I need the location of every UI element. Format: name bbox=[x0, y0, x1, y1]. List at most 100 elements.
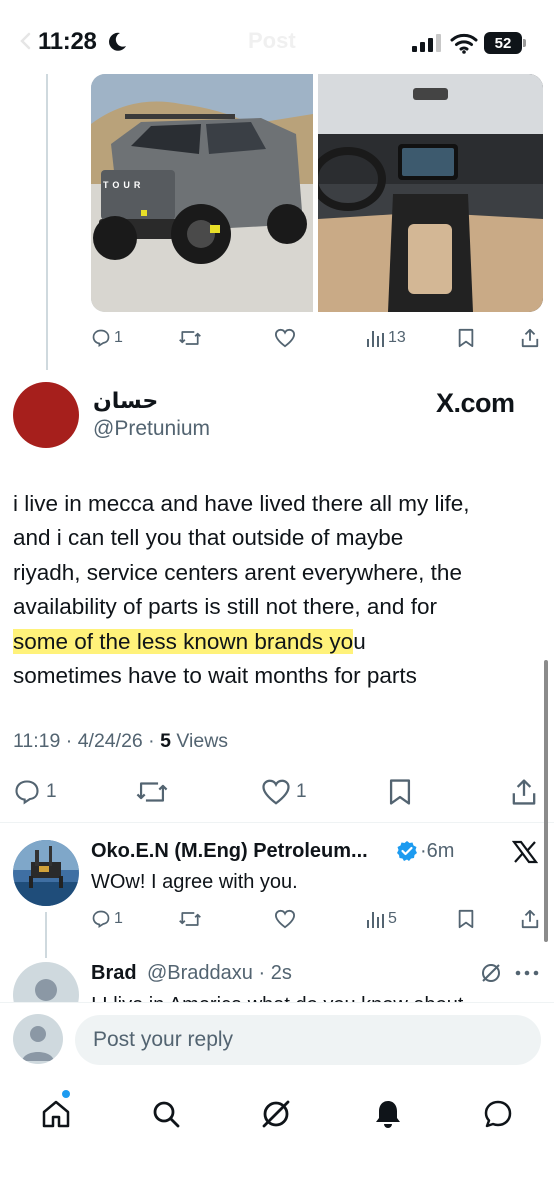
grok-icon[interactable] bbox=[480, 962, 502, 984]
main-reply-button[interactable]: 1 bbox=[13, 778, 57, 806]
bookmark-button[interactable] bbox=[457, 328, 475, 348]
reply-bubble-icon bbox=[92, 910, 110, 929]
tweet-body-line: sometimes have to wait months for parts bbox=[13, 663, 417, 689]
reply-repost-button[interactable] bbox=[178, 909, 202, 929]
tweet-body-line: availability of parts is still not there… bbox=[13, 594, 437, 620]
heart-icon bbox=[274, 909, 296, 929]
cellular-signal-icon bbox=[412, 34, 441, 52]
media-photo-interior[interactable] bbox=[318, 74, 543, 312]
nav-messages[interactable] bbox=[478, 1094, 518, 1134]
share-icon bbox=[521, 328, 539, 348]
main-share-button[interactable] bbox=[510, 778, 538, 806]
xcom-watermark: X.com bbox=[436, 388, 515, 418]
analytics-bars-icon bbox=[367, 912, 384, 928]
suv-interior-photo-icon bbox=[318, 74, 543, 312]
bookmark-icon bbox=[458, 328, 474, 348]
after-highlight: u bbox=[353, 628, 366, 654]
repost-button[interactable] bbox=[178, 328, 202, 348]
share-icon bbox=[521, 909, 539, 929]
nav-grok[interactable] bbox=[256, 1094, 296, 1134]
heart-icon bbox=[262, 779, 290, 805]
verified-badge-icon bbox=[397, 841, 417, 861]
reply-reply-button[interactable]: 1 bbox=[91, 909, 123, 929]
wifi-icon bbox=[450, 33, 478, 54]
reply-share-button[interactable] bbox=[520, 909, 540, 929]
nav-notifications[interactable] bbox=[368, 1094, 408, 1134]
tweet-body-line: and i can tell you that outside of maybe bbox=[13, 525, 404, 551]
scrollbar[interactable] bbox=[544, 660, 548, 942]
reply-time: ·6m bbox=[420, 840, 455, 862]
main-like-count: 1 bbox=[296, 781, 307, 802]
more-options-icon[interactable] bbox=[515, 970, 539, 976]
tweet-meta: 11:19 · 4/24/26 · 5 Views bbox=[13, 730, 229, 752]
analytics-bars-icon bbox=[367, 331, 384, 347]
tweet-views-label: Views bbox=[170, 730, 229, 752]
bookmark-icon bbox=[389, 779, 411, 805]
reply-avatar[interactable] bbox=[13, 840, 79, 906]
media-photo-exterior[interactable]: TOUR bbox=[91, 74, 313, 312]
bookmark-icon bbox=[458, 909, 474, 929]
reply-views-button[interactable]: 5 bbox=[366, 909, 397, 929]
repost-icon bbox=[136, 782, 168, 802]
reply-count: 1 bbox=[114, 329, 123, 346]
battery-tip bbox=[523, 39, 526, 47]
tweet-body: i live in mecca and have lived there all… bbox=[13, 487, 543, 693]
bell-icon bbox=[376, 1101, 400, 1128]
reply-input[interactable] bbox=[75, 1015, 541, 1065]
tweet-date: 4/24/26 bbox=[77, 730, 143, 752]
reply-button[interactable]: 1 bbox=[91, 328, 123, 348]
like-button[interactable] bbox=[274, 328, 296, 348]
home-icon bbox=[42, 1100, 70, 1128]
search-icon bbox=[153, 1101, 180, 1128]
reply-like-button[interactable] bbox=[274, 909, 296, 929]
nav-home[interactable] bbox=[36, 1094, 76, 1134]
status-bar: 11:28 Post 52 bbox=[0, 0, 554, 80]
main-bookmark-button[interactable] bbox=[387, 778, 413, 806]
reply-reply-count: 1 bbox=[114, 910, 123, 927]
views-count: 13 bbox=[388, 329, 406, 346]
heart-icon bbox=[274, 328, 296, 348]
status-time: 11:28 bbox=[38, 28, 97, 55]
tweet-time: 11:19 bbox=[13, 730, 61, 752]
suv-exterior-photo-icon: TOUR bbox=[91, 74, 313, 312]
author-avatar[interactable] bbox=[13, 382, 79, 448]
reply-thread-line bbox=[45, 912, 47, 958]
reply-handle-time: @Braddaxu · 2s bbox=[147, 962, 292, 984]
main-repost-button[interactable] bbox=[135, 778, 169, 806]
nav-search[interactable] bbox=[146, 1094, 186, 1134]
tweet-body-line: riyadh, service centers arent everywhere… bbox=[13, 559, 462, 585]
composer-avatar[interactable] bbox=[13, 1014, 63, 1064]
share-icon bbox=[512, 779, 536, 805]
tweet-views-count[interactable]: 5 bbox=[160, 730, 171, 752]
reply-text: WOw! I agree with you. bbox=[91, 871, 298, 893]
reply-author-name[interactable]: Brad bbox=[91, 962, 137, 985]
reply-author-name[interactable]: Oko.E.N (M.Eng) Petroleum... bbox=[91, 840, 368, 863]
main-like-button[interactable]: 1 bbox=[261, 778, 307, 806]
divider bbox=[0, 822, 554, 823]
x-logo-icon bbox=[512, 840, 538, 864]
default-avatar-icon bbox=[22, 1026, 54, 1061]
author-handle[interactable]: @Pretunium bbox=[93, 417, 210, 441]
share-button[interactable] bbox=[520, 328, 540, 348]
oil-rig-avatar-icon bbox=[13, 840, 79, 906]
back-chevron-icon[interactable] bbox=[18, 32, 34, 50]
home-notification-dot bbox=[62, 1090, 70, 1098]
reply-views-count: 5 bbox=[388, 910, 397, 927]
repost-icon bbox=[179, 331, 201, 345]
tweet-body-line: i live in mecca and have lived there all… bbox=[13, 491, 470, 516]
tweet-media-grid[interactable]: TOUR bbox=[91, 74, 543, 312]
main-reply-count: 1 bbox=[46, 781, 57, 802]
moon-icon bbox=[109, 32, 126, 51]
battery-indicator: 52 bbox=[484, 32, 522, 54]
repost-icon bbox=[179, 912, 201, 926]
tour-badge: TOUR bbox=[103, 180, 144, 190]
tweet-body-highlight-line: some of the less known brands you bbox=[13, 625, 543, 659]
reply-bubble-icon bbox=[15, 780, 39, 805]
author-display-name[interactable]: حسان bbox=[93, 388, 158, 414]
faded-page-title: Post bbox=[248, 28, 296, 53]
reply-bookmark-button[interactable] bbox=[457, 909, 475, 929]
chat-bubble-icon bbox=[484, 1100, 512, 1128]
views-button[interactable]: 13 bbox=[366, 328, 406, 348]
highlighted-text: some of the less known brands yo bbox=[13, 628, 354, 654]
reply-bubble-icon bbox=[92, 329, 110, 348]
